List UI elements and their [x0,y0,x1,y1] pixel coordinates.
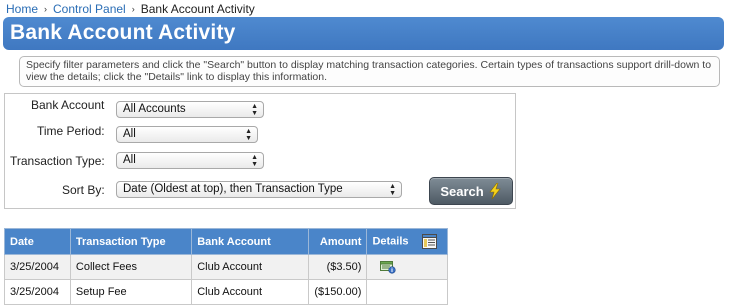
search-button[interactable]: Search [429,177,513,205]
breadcrumb: Home › Control Panel › Bank Account Acti… [6,2,255,16]
transactions-table: Date Transaction Type Bank Account Amoun… [4,228,448,305]
help-text: Specify filter parameters and click the … [19,56,720,87]
sort-by-label: Sort By: [62,183,105,197]
column-header-details: Details [366,228,448,255]
report-icon[interactable] [421,234,437,249]
bank-account-value: All Accounts [123,103,186,115]
filter-panel: Bank Account All Accounts ▲ ▼ Time Period… [4,93,516,209]
select-arrows-icon: ▲ ▼ [251,154,258,168]
cell-details [366,254,448,280]
bank-account-label: Bank Account [31,98,105,112]
table-row: 3/25/2004 Collect Fees Club Account ($3.… [4,254,448,280]
cell-date: 3/25/2004 [4,279,71,305]
breadcrumb-separator: › [44,4,48,14]
column-header-amount[interactable]: Amount [308,228,368,255]
page-title: Bank Account Activity [3,17,724,50]
breadcrumb-current: Bank Account Activity [140,2,255,16]
transaction-type-value: All [123,154,136,166]
sort-by-value: Date (Oldest at top), then Transaction T… [123,183,343,195]
transaction-type-label: Transaction Type: [10,154,105,168]
sort-by-select[interactable]: Date (Oldest at top), then Transaction T… [116,181,402,198]
column-header-bank-account[interactable]: Bank Account [191,228,310,255]
time-period-value: All [123,128,136,140]
table-header-row: Date Transaction Type Bank Account Amoun… [4,228,448,255]
column-header-details-label: Details [372,235,409,248]
time-period-label: Time Period: [37,124,105,138]
cell-details [366,279,448,305]
cell-transaction-type: Setup Fee [69,279,193,305]
cell-bank-account: Club Account [191,254,310,280]
breadcrumb-home-link[interactable]: Home [6,2,38,16]
cell-date: 3/25/2004 [4,254,71,280]
column-header-transaction-type[interactable]: Transaction Type [69,228,193,255]
column-header-date[interactable]: Date [4,228,71,255]
lightning-bolt-icon [489,183,501,199]
cell-amount: ($3.50) [308,254,368,280]
bank-account-select[interactable]: All Accounts ▲ ▼ [116,101,264,118]
select-arrows-icon: ▲ ▼ [245,128,252,142]
cell-transaction-type: Collect Fees [69,254,193,280]
breadcrumb-separator: › [131,4,135,14]
transaction-type-select[interactable]: All ▲ ▼ [116,152,264,169]
cell-bank-account: Club Account [191,279,310,305]
details-view-icon[interactable] [380,260,397,274]
select-arrows-icon: ▲ ▼ [251,103,258,117]
breadcrumb-control-panel-link[interactable]: Control Panel [53,2,126,16]
time-period-select[interactable]: All ▲ ▼ [116,126,258,143]
search-button-label: Search [440,183,484,199]
cell-amount: ($150.00) [308,279,368,305]
table-row: 3/25/2004 Setup Fee Club Account ($150.0… [4,279,448,305]
select-arrows-icon: ▲ ▼ [389,183,396,197]
